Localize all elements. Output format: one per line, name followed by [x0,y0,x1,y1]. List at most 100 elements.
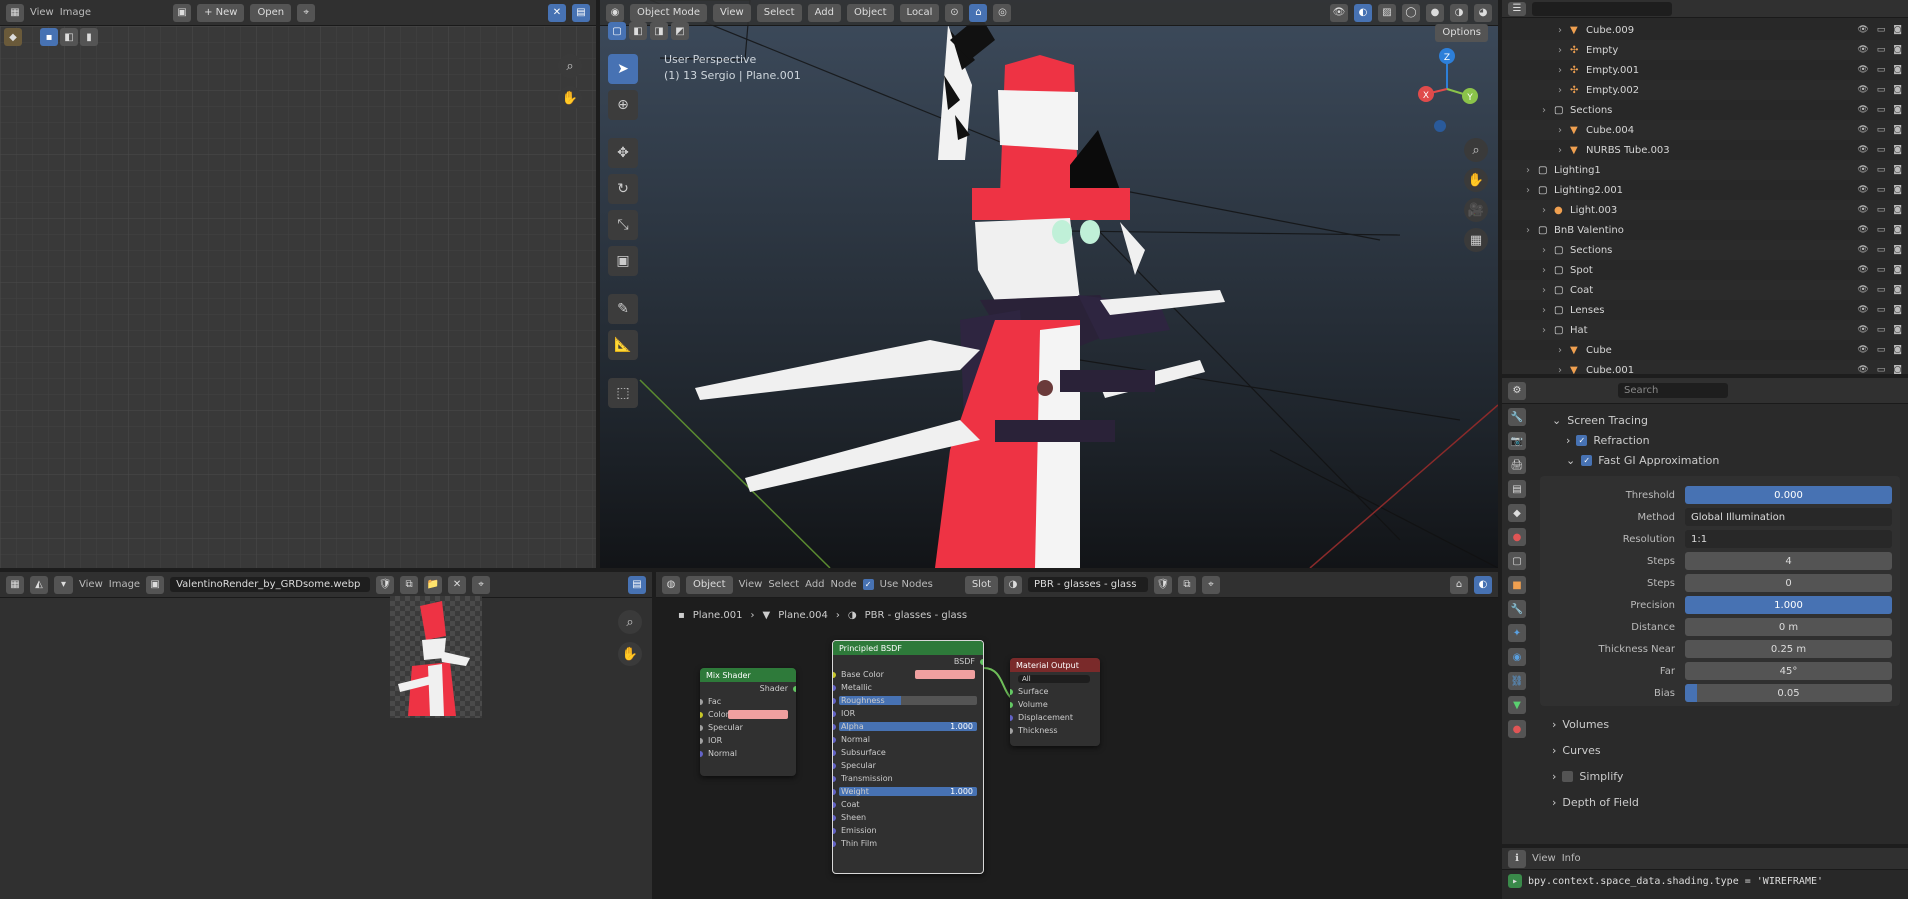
outliner-row[interactable]: › ✣ Empty 👁 ▭ ◙ [1502,40,1908,60]
select-subtract-icon[interactable]: ◨ [650,22,668,40]
shader-node-editor[interactable]: ◍ Object View Select Add Node ✓ Use Node… [656,572,1498,899]
edge-select-icon[interactable]: ◧ [60,28,78,46]
socket-icon[interactable] [833,788,836,795]
perspective-toggle-icon[interactable]: ▦ [1464,228,1488,252]
uv-editor[interactable]: ▦ View Image ▣ + New Open ⌖ ✕ ▤ ◆ ▪ ◧ ▮ … [0,0,596,568]
camera-icon[interactable]: ◙ [1893,365,1902,374]
socket-icon[interactable] [700,711,703,718]
viewport-type-icon[interactable]: ◉ [606,3,624,22]
viewport-menu-select[interactable]: Select [756,3,802,22]
chevron-right-icon[interactable]: › [1558,25,1570,36]
socket-icon[interactable] [833,801,836,808]
chevron-right-icon[interactable]: › [1558,125,1570,136]
monitor-icon[interactable]: ▭ [1877,305,1886,315]
monitor-icon[interactable]: ▭ [1877,165,1886,175]
outliner-filter-field[interactable] [1532,1,1672,16]
camera-icon[interactable]: ◙ [1893,245,1902,255]
outliner-row[interactable]: › ✣ Empty.001 👁 ▭ ◙ [1502,60,1908,80]
camera-view-icon[interactable]: 🎥 [1464,198,1488,222]
output-tab-icon[interactable]: 🖨 [1508,456,1526,474]
monitor-icon[interactable]: ▭ [1877,225,1886,235]
outliner-row[interactable]: › ▢ Hat 👁 ▭ ◙ [1502,320,1908,340]
monitor-icon[interactable]: ▭ [1877,245,1886,255]
properties-search-field[interactable]: Search [1618,383,1728,398]
monitor-icon[interactable]: ▭ [1877,285,1886,295]
overlay-icon[interactable]: ◐ [1354,3,1372,22]
property-value-field[interactable]: 0.000 [1685,486,1892,504]
eye-icon[interactable]: 👁 [1857,105,1868,115]
eye-icon[interactable]: 👁 [1857,305,1868,315]
eye-icon[interactable]: 👁 [1857,25,1868,35]
particles-tab-icon[interactable]: ✦ [1508,624,1526,642]
outliner-row[interactable]: › ▢ Sections 👁 ▭ ◙ [1502,100,1908,120]
principled-bsdf-node[interactable]: Principled BSDF BSDF Base Color Metallic Ro… [832,640,984,874]
chevron-right-icon[interactable]: › [1558,145,1570,156]
wireframe-shading-icon[interactable]: ◯ [1402,3,1420,22]
outliner[interactable]: ☰ › ▼ Cube.009 👁 ▭ ◙ › ✣ Empty 👁 ▭ ◙ › ✣ Empty.001 👁 ▭ ◙ ›… [1502,0,1908,374]
socket-icon[interactable] [833,710,836,717]
uv-menu-view[interactable]: View [30,7,54,18]
camera-icon[interactable]: ◙ [1893,165,1902,175]
select-extend-icon[interactable]: ◧ [629,22,647,40]
socket-icon[interactable] [1010,727,1013,734]
material-output-node[interactable]: Material Output All Surface Volume Displac… [1010,658,1100,746]
xray-icon[interactable]: ▨ [1378,3,1396,22]
camera-icon[interactable]: ◙ [1893,225,1902,235]
info-editor[interactable]: ℹ View Info ▸ bpy.context.space_data.sha… [1502,848,1908,899]
image-pan-icon[interactable]: ✋ [618,642,642,666]
world-tab-icon[interactable]: ● [1508,528,1526,546]
mix-shader-node[interactable]: Mix Shader Shader Fac Color Specular IOR Norm… [700,668,796,776]
zoom-icon[interactable]: ⌕ [1464,138,1488,162]
monitor-icon[interactable]: ▭ [1877,205,1886,215]
monitor-icon[interactable]: ▭ [1877,125,1886,135]
socket-icon[interactable] [833,775,836,782]
pan-icon[interactable]: ✋ [1464,168,1488,192]
duplicate-image-icon[interactable]: ⧉ [400,575,419,594]
property-value-field[interactable]: Global Illumination [1685,508,1892,526]
physics-tab-icon[interactable]: ◉ [1508,648,1526,666]
eye-icon[interactable]: 👁 [1857,145,1868,155]
constraints-tab-icon[interactable]: ⛓ [1508,672,1526,690]
eye-icon[interactable]: 👁 [1857,65,1868,75]
uv-zoom-icon[interactable]: ⌕ [558,54,582,78]
camera-icon[interactable]: ◙ [1893,125,1902,135]
chevron-right-icon[interactable]: › [1542,305,1554,316]
outliner-row[interactable]: › ▢ Sections 👁 ▭ ◙ [1502,240,1908,260]
transform-orientation-select[interactable]: Local [899,3,940,22]
eye-icon[interactable]: 👁 [1857,165,1868,175]
chevron-right-icon[interactable]: › [1542,205,1554,216]
image-editor-type-icon[interactable]: ▦ [6,575,24,594]
screen-tracing-section[interactable]: ⌄ Screen Tracing [1552,414,1648,427]
uv-menu-image[interactable]: Image [60,7,91,18]
outliner-row[interactable]: › ▢ Lighting2.001 👁 ▭ ◙ [1502,180,1908,200]
chevron-right-icon[interactable]: › [1526,225,1538,236]
outliner-row[interactable]: › ▢ Spot 👁 ▭ ◙ [1502,260,1908,280]
navigation-gizmo[interactable]: Z Y X [1412,44,1482,134]
camera-icon[interactable]: ◙ [1893,65,1902,75]
property-value-field[interactable]: 1.000 [1685,596,1892,614]
collapsed-section[interactable]: › Volumes [1552,718,1609,731]
camera-icon[interactable]: ◙ [1893,85,1902,95]
eye-icon[interactable]: 👁 [1857,225,1868,235]
image-menu-image[interactable]: Image [109,579,140,590]
material-shading-icon[interactable]: ◑ [1450,3,1468,22]
camera-icon[interactable]: ◙ [1893,45,1902,55]
transform-tool-icon[interactable]: ▣ [608,246,638,276]
viewport-3d[interactable]: ◉ Object Mode View Select Add Object Loc… [600,0,1498,568]
snap-icon[interactable]: ⌂ [969,3,988,22]
socket-icon[interactable] [833,762,836,769]
socket-icon[interactable] [833,749,836,756]
outliner-row[interactable]: › ✣ Empty.002 👁 ▭ ◙ [1502,80,1908,100]
property-value-field[interactable]: 0.25 m [1685,640,1892,658]
monitor-icon[interactable]: ▭ [1877,365,1886,374]
camera-icon[interactable]: ◙ [1893,265,1902,275]
monitor-icon[interactable]: ▭ [1877,105,1886,115]
monitor-icon[interactable]: ▭ [1877,325,1886,335]
camera-icon[interactable]: ◙ [1893,185,1902,195]
color-swatch[interactable] [915,670,975,679]
chevron-right-icon[interactable]: › [1558,365,1570,375]
tool-tab-icon[interactable]: 🔧 [1508,408,1526,426]
socket-icon[interactable] [700,750,703,757]
modifier-tab-icon[interactable]: 🔧 [1508,600,1526,618]
eye-icon[interactable]: 👁 [1857,45,1868,55]
